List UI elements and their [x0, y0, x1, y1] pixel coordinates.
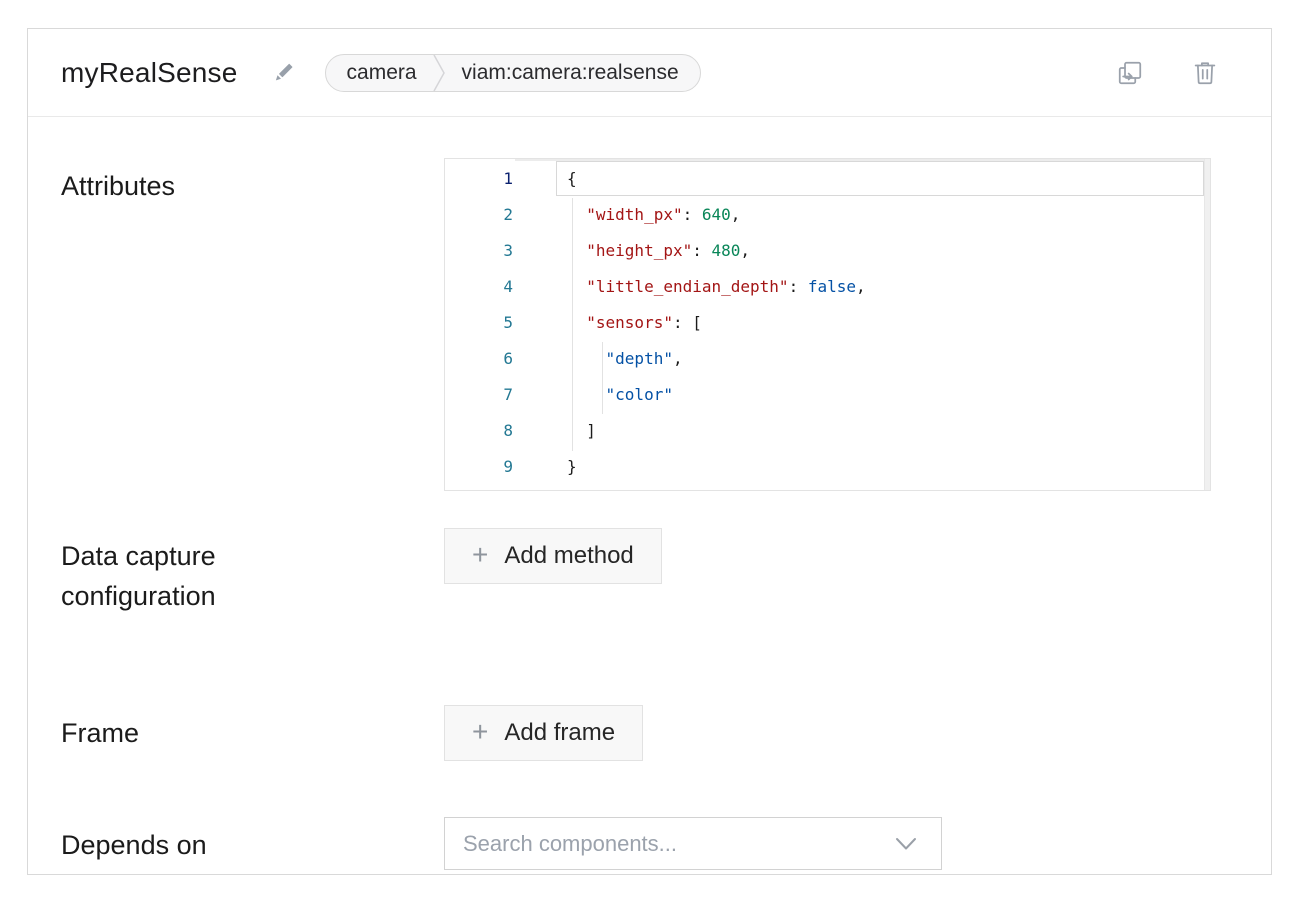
- attributes-json-editor[interactable]: 123456789 { "width_px": 640, "height_px"…: [444, 158, 1211, 491]
- search-components-input[interactable]: [445, 818, 941, 869]
- editor-gutter: 123456789: [445, 159, 515, 490]
- line-number: 7: [445, 377, 515, 413]
- code-line[interactable]: "color": [567, 377, 1210, 413]
- component-model: viam:camera:realsense: [462, 61, 679, 85]
- editor-content[interactable]: { "width_px": 640, "height_px": 480, "li…: [515, 159, 1210, 490]
- line-number: 4: [445, 269, 515, 305]
- code-line[interactable]: "height_px": 480,: [567, 233, 1210, 269]
- add-frame-label: Add frame: [504, 719, 615, 747]
- editor-scrollbar[interactable]: [1204, 159, 1210, 490]
- code-line[interactable]: }: [567, 449, 1210, 485]
- component-card-body: Attributes 123456789 { "width_px": 640, …: [28, 117, 1271, 870]
- line-number: 9: [445, 449, 515, 485]
- add-method-label: Add method: [504, 542, 633, 570]
- line-number: 6: [445, 341, 515, 377]
- plus-icon: +: [472, 718, 488, 746]
- code-line[interactable]: "little_endian_depth": false,: [567, 269, 1210, 305]
- data-capture-label: Data capture configuration: [61, 528, 444, 616]
- duplicate-button[interactable]: [1115, 58, 1145, 88]
- depends-on-select[interactable]: [444, 817, 942, 870]
- line-number: 1: [445, 161, 515, 197]
- code-line[interactable]: "width_px": 640,: [567, 197, 1210, 233]
- data-capture-row: Data capture configuration + Add method: [61, 528, 1238, 616]
- header-actions: [1115, 58, 1220, 88]
- code-line[interactable]: ]: [567, 413, 1210, 449]
- component-name: myRealSense: [61, 57, 238, 89]
- plus-icon: +: [472, 541, 488, 569]
- attributes-row: Attributes 123456789 { "width_px": 640, …: [61, 158, 1238, 491]
- attributes-label: Attributes: [61, 158, 444, 206]
- frame-label: Frame: [61, 705, 444, 753]
- pencil-icon: [268, 58, 298, 88]
- line-number: 8: [445, 413, 515, 449]
- component-type: camera: [347, 61, 417, 85]
- rename-button[interactable]: [268, 58, 298, 88]
- component-card-header: myRealSense camera viam:camera:realsense: [28, 29, 1271, 117]
- frame-row: Frame + Add frame: [61, 705, 1238, 761]
- duplicate-icon: [1115, 58, 1145, 88]
- code-line[interactable]: {: [567, 161, 1210, 197]
- add-method-button[interactable]: + Add method: [444, 528, 662, 584]
- component-type-badge: camera viam:camera:realsense: [325, 54, 701, 92]
- line-number: 3: [445, 233, 515, 269]
- code-line[interactable]: "depth",: [567, 341, 1210, 377]
- delete-button[interactable]: [1190, 58, 1220, 88]
- line-number: 2: [445, 197, 515, 233]
- code-line[interactable]: "sensors": [: [567, 305, 1210, 341]
- depends-on-label: Depends on: [61, 817, 444, 865]
- component-card: myRealSense camera viam:camera:realsense: [27, 28, 1272, 875]
- trash-icon: [1190, 58, 1220, 88]
- line-number: 5: [445, 305, 515, 341]
- chevron-right-icon: [432, 54, 447, 92]
- add-frame-button[interactable]: + Add frame: [444, 705, 643, 761]
- chevron-down-icon[interactable]: [895, 836, 917, 851]
- depends-on-row: Depends on: [61, 817, 1238, 870]
